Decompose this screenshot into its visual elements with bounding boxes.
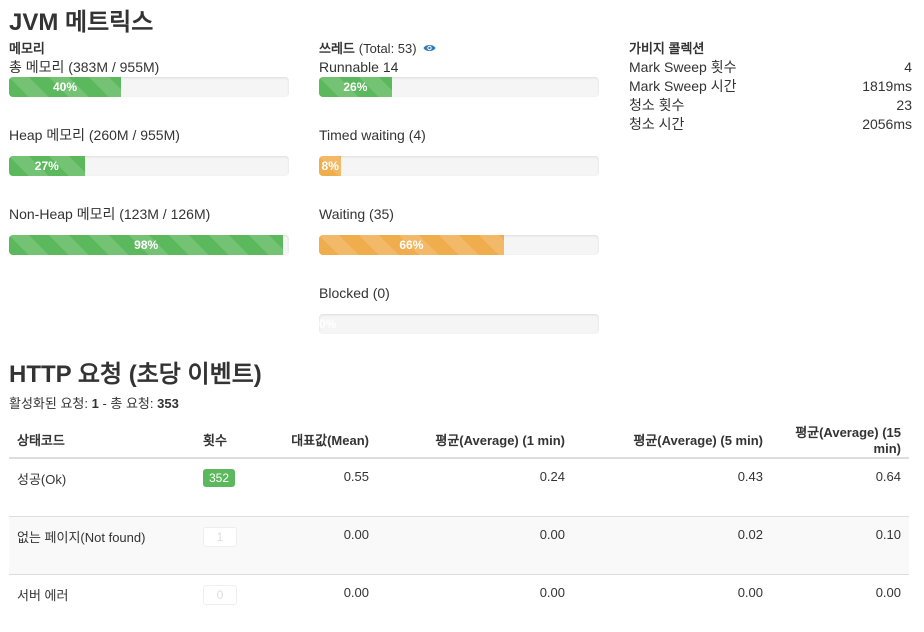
avg-15min-cell: 0.10 bbox=[771, 517, 909, 575]
total-memory-fill: 40% bbox=[9, 77, 121, 97]
gc-row: Mark Sweep 시간1819ms bbox=[629, 77, 912, 96]
http-title: HTTP 요청 (초당 이벤트) bbox=[9, 354, 262, 389]
header-avg-15min[interactable]: 평균(Average) (15 min) bbox=[771, 421, 909, 458]
table-header-row: 상태코드 횟수 대표값(Mean) 평균(Average) (1 min) 평균… bbox=[9, 421, 909, 458]
heap-memory-progress: 27% bbox=[9, 156, 289, 176]
jvm-title: JVM 메트릭스 bbox=[9, 2, 153, 37]
timed-waiting-label: Timed waiting (4) bbox=[319, 126, 599, 145]
gc-value: 1819ms bbox=[822, 77, 912, 96]
summary-prefix: 활성화된 요청: bbox=[9, 396, 92, 411]
avg-5min-cell: 0.00 bbox=[573, 575, 771, 632]
gc-value: 4 bbox=[822, 58, 912, 77]
total-memory-progress: 40% bbox=[9, 77, 289, 97]
gc-row: 청소 횟수23 bbox=[629, 96, 912, 115]
heap-memory-label: Heap 메모리 (260M / 955M) bbox=[9, 126, 289, 145]
eye-icon[interactable] bbox=[423, 42, 436, 56]
gc-table: Mark Sweep 횟수4 Mark Sweep 시간1819ms 청소 횟수… bbox=[629, 58, 912, 134]
total-requests: 353 bbox=[157, 396, 179, 411]
active-requests: 1 bbox=[92, 396, 99, 411]
gc-row: Mark Sweep 횟수4 bbox=[629, 58, 912, 77]
table-row: 성공(Ok) 352 0.55 0.24 0.43 0.64 bbox=[9, 458, 909, 517]
mean-cell: 0.55 bbox=[261, 458, 377, 517]
threads-heading: 쓰레드 bbox=[319, 41, 355, 56]
summary-mid: - 총 요청: bbox=[99, 396, 157, 411]
avg-15min-cell: 0.64 bbox=[771, 458, 909, 517]
runnable-fill: 26% bbox=[319, 77, 392, 97]
http-requests-table: 상태코드 횟수 대표값(Mean) 평균(Average) (1 min) 평균… bbox=[9, 421, 909, 632]
status-cell: 서버 에러 bbox=[9, 575, 195, 632]
table-row: 없는 페이지(Not found) 1 0.00 0.00 0.02 0.10 bbox=[9, 517, 909, 575]
waiting-fill: 66% bbox=[319, 235, 504, 255]
header-avg-5min[interactable]: 평균(Average) (5 min) bbox=[573, 421, 771, 458]
timed-waiting-fill: 8% bbox=[319, 156, 341, 176]
header-status[interactable]: 상태코드 bbox=[9, 421, 195, 458]
gc-heading: 가비지 콜렉션 bbox=[629, 39, 912, 58]
avg-1min-cell: 0.00 bbox=[377, 575, 573, 632]
heap-memory-fill: 27% bbox=[9, 156, 85, 176]
avg-5min-cell: 0.43 bbox=[573, 458, 771, 517]
header-count[interactable]: 횟수 bbox=[195, 421, 261, 458]
threads-column: 쓰레드 (Total: 53) Runnable 14 26% Timed wa… bbox=[319, 39, 599, 334]
header-mean[interactable]: 대표값(Mean) bbox=[261, 421, 377, 458]
request-summary: 활성화된 요청: 1 - 총 요청: 353 bbox=[9, 393, 179, 412]
table-row: 서버 에러 0 0.00 0.00 0.00 0.00 bbox=[9, 575, 909, 632]
mean-cell: 0.00 bbox=[261, 517, 377, 575]
avg-15min-cell: 0.00 bbox=[771, 575, 909, 632]
gc-value: 23 bbox=[822, 96, 912, 115]
gc-row: 청소 시간2056ms bbox=[629, 115, 912, 134]
runnable-progress: 26% bbox=[319, 77, 599, 97]
gc-name: Mark Sweep 시간 bbox=[629, 77, 822, 96]
avg-1min-cell: 0.24 bbox=[377, 458, 573, 517]
total-memory-label: 총 메모리 (383M / 955M) bbox=[9, 58, 289, 77]
mean-cell: 0.00 bbox=[261, 575, 377, 632]
gc-column: 가비지 콜렉션 Mark Sweep 횟수4 Mark Sweep 시간1819… bbox=[629, 39, 912, 134]
gc-name: 청소 횟수 bbox=[629, 96, 822, 115]
non-heap-memory-label: Non-Heap 메모리 (123M / 126M) bbox=[9, 205, 289, 224]
count-badge: 1 bbox=[203, 527, 237, 547]
threads-total: (Total: 53) bbox=[359, 41, 417, 56]
waiting-progress: 66% bbox=[319, 235, 599, 255]
status-cell: 없는 페이지(Not found) bbox=[9, 517, 195, 575]
timed-waiting-progress: 8% bbox=[319, 156, 599, 176]
gc-name: Mark Sweep 횟수 bbox=[629, 58, 822, 77]
avg-5min-cell: 0.02 bbox=[573, 517, 771, 575]
memory-column: 메모리 총 메모리 (383M / 955M) 40% Heap 메모리 (26… bbox=[9, 39, 289, 255]
blocked-label: Blocked (0) bbox=[319, 284, 599, 303]
count-badge: 0 bbox=[203, 585, 237, 605]
non-heap-memory-progress: 98% bbox=[9, 235, 289, 255]
memory-heading: 메모리 bbox=[9, 39, 289, 58]
non-heap-memory-fill: 98% bbox=[9, 235, 283, 255]
gc-name: 청소 시간 bbox=[629, 115, 822, 134]
avg-1min-cell: 0.00 bbox=[377, 517, 573, 575]
header-avg-1min[interactable]: 평균(Average) (1 min) bbox=[377, 421, 573, 458]
status-cell: 성공(Ok) bbox=[9, 458, 195, 517]
blocked-progress: 0% bbox=[319, 314, 599, 334]
waiting-label: Waiting (35) bbox=[319, 205, 599, 224]
count-badge: 352 bbox=[203, 469, 235, 487]
gc-value: 2056ms bbox=[822, 115, 912, 134]
runnable-label: Runnable 14 bbox=[319, 58, 599, 77]
